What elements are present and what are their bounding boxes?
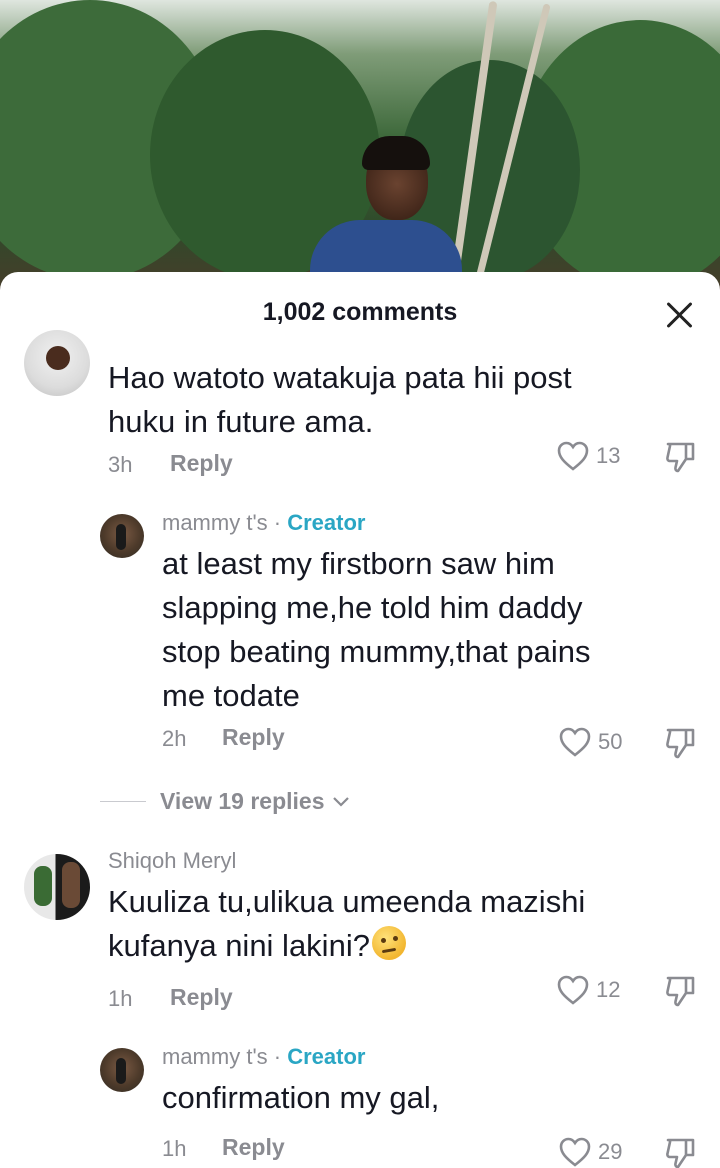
divider — [100, 801, 146, 802]
view-replies-button[interactable]: View 19 replies — [100, 788, 351, 815]
comment-time: 3h — [108, 452, 133, 477]
comment-username[interactable]: Shiqoh Meryl — [108, 848, 236, 874]
dislike-button[interactable] — [664, 726, 696, 765]
comment-username[interactable]: mammy t's · Creator — [162, 510, 365, 536]
close-icon[interactable] — [664, 300, 694, 330]
creator-badge: Creator — [287, 510, 366, 535]
comment-text: at least my firstborn saw him slapping m… — [162, 546, 591, 713]
video-background — [0, 0, 720, 300]
avatar[interactable] — [24, 854, 90, 920]
heart-outline-icon — [557, 975, 589, 1005]
thumbs-down-icon — [666, 442, 695, 473]
reply-button[interactable]: Reply — [170, 450, 233, 477]
comment-text: confirmation my gal, — [162, 1080, 440, 1115]
heart-outline-icon — [559, 1137, 591, 1167]
avatar[interactable] — [100, 1048, 144, 1092]
heart-outline-icon — [559, 727, 591, 757]
avatar-figure — [34, 866, 52, 906]
like-button[interactable]: 29 — [558, 1136, 622, 1168]
avatar[interactable] — [24, 330, 90, 396]
view-replies-label: View 19 replies — [160, 788, 325, 814]
comments-header: 1,002 comments — [0, 272, 720, 352]
like-button[interactable]: 12 — [556, 974, 620, 1006]
like-button[interactable]: 13 — [556, 440, 620, 472]
avatar-figure — [62, 862, 80, 908]
dislike-button[interactable] — [664, 1136, 696, 1168]
avatar-figure — [116, 1058, 126, 1084]
like-count: 12 — [596, 977, 621, 1002]
like-button[interactable]: 50 — [558, 726, 622, 758]
heart-outline-icon — [557, 441, 589, 471]
comment-time: 1h — [162, 1136, 187, 1161]
thinking-face-icon — [371, 926, 406, 960]
avatar[interactable] — [100, 514, 144, 558]
comment-text: Hao watoto watakuja pata hii post huku i… — [108, 360, 572, 439]
reply-button[interactable]: Reply — [222, 1134, 285, 1161]
like-count: 29 — [598, 1139, 623, 1164]
comment-time: 2h — [162, 726, 187, 751]
comments-sheet: 1,002 comments Hao watoto watakuja pata … — [0, 272, 720, 1168]
thumbs-down-icon — [666, 728, 695, 759]
like-count: 13 — [596, 443, 621, 468]
creator-badge: Creator — [287, 1044, 366, 1069]
reply-button[interactable]: Reply — [222, 724, 285, 751]
comment-time: 1h — [108, 986, 133, 1011]
dislike-button[interactable] — [664, 974, 696, 1013]
avatar-face — [46, 346, 70, 370]
thumbs-down-icon — [666, 976, 695, 1007]
comments-count-title: 1,002 comments — [262, 298, 458, 326]
reply-button[interactable]: Reply — [170, 984, 233, 1011]
avatar-figure — [116, 524, 126, 550]
comment-username[interactable]: mammy t's · Creator — [162, 1044, 365, 1070]
like-count: 50 — [598, 729, 623, 754]
comment-text: Kuuliza tu,ulikua umeenda mazishi kufany… — [108, 884, 586, 963]
chevron-down-icon — [332, 796, 349, 807]
dislike-button[interactable] — [664, 440, 696, 479]
thumbs-down-icon — [666, 1138, 695, 1168]
